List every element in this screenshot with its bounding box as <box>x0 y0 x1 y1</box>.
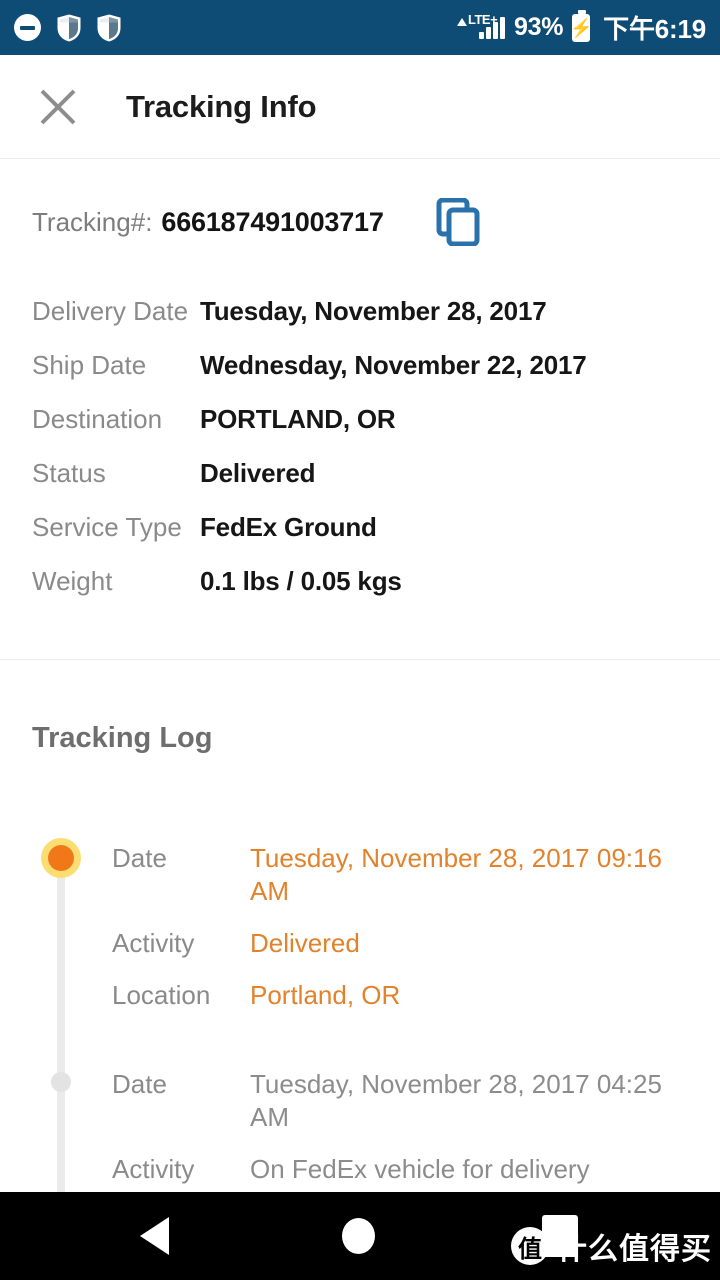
system-navigation-bar: 值 什么值得买 <box>0 1192 720 1280</box>
battery-charging-icon: ⚡ <box>569 9 593 42</box>
uplink-triangle-icon <box>457 17 468 26</box>
log-activity-label: Activity <box>112 928 195 958</box>
watermark-text: 什么值得买 <box>557 1232 712 1267</box>
timeline-node-active <box>41 838 81 878</box>
detail-label: Delivery Date <box>32 296 189 326</box>
signal-bar <box>500 16 506 39</box>
signal-bar <box>486 26 492 39</box>
copy-tracking-number-button[interactable] <box>436 197 482 247</box>
log-activity-value: On FedEx vehicle for delivery <box>250 1154 590 1184</box>
log-activity-row: Activity On FedEx vehicle for delivery <box>112 1153 712 1186</box>
log-date-label: Date <box>112 843 167 873</box>
detail-label: Status <box>32 458 106 488</box>
tracking-number-label: Tracking#: <box>32 206 153 237</box>
log-location-row: Location Portland, OR <box>112 979 712 1012</box>
detail-value: Delivered <box>200 458 316 488</box>
close-icon <box>40 89 76 124</box>
tracking-log-heading: Tracking Log <box>32 722 213 754</box>
shipment-details: Delivery Date Tuesday, November 28, 2017… <box>0 296 720 620</box>
signal-strength-icon: LTE+ <box>457 13 506 39</box>
battery-percent-label: 93% <box>514 13 564 41</box>
status-bar-left-icons <box>14 13 121 42</box>
tracking-log-timeline: Date Tuesday, November 28, 2017 09:16 AM… <box>0 838 720 1238</box>
watermark: 值 什么值得买 <box>511 1224 712 1268</box>
detail-value: PORTLAND, OR <box>200 404 396 434</box>
detail-row: Service Type FedEx Ground <box>0 512 720 566</box>
network-type-label: LTE+ <box>468 11 498 27</box>
detail-row: Ship Date Wednesday, November 22, 2017 <box>0 350 720 404</box>
detail-label: Service Type <box>32 512 182 542</box>
detail-row: Weight 0.1 lbs / 0.05 kgs <box>0 566 720 620</box>
shield-icon <box>97 13 121 42</box>
log-date-row: Date Tuesday, November 28, 2017 04:25 AM <box>112 1068 712 1134</box>
close-button[interactable] <box>30 79 86 135</box>
tracking-number-row: Tracking#: 666187491003717 <box>32 197 482 247</box>
status-bar-right-icons: LTE+ 93% ⚡ 下午6:19 <box>457 9 706 46</box>
detail-label: Weight <box>32 566 113 596</box>
page-title: Tracking Info <box>126 88 317 124</box>
tracking-number-value: 666187491003717 <box>161 206 384 237</box>
back-triangle-icon[interactable] <box>140 1217 169 1255</box>
detail-row: Destination PORTLAND, OR <box>0 404 720 458</box>
lightning-bolt-icon: ⚡ <box>569 17 593 38</box>
detail-value: 0.1 lbs / 0.05 kgs <box>200 566 402 596</box>
log-date-label: Date <box>112 1069 167 1099</box>
detail-row: Delivery Date Tuesday, November 28, 2017 <box>0 296 720 350</box>
minus-circle-icon <box>14 14 41 41</box>
section-divider <box>0 659 720 660</box>
log-location-label: Location <box>112 980 211 1010</box>
tracking-log-entry[interactable]: Date Tuesday, November 28, 2017 09:16 AM… <box>112 842 712 1012</box>
timeline-node-past <box>51 1072 71 1092</box>
home-circle-icon[interactable] <box>342 1218 375 1254</box>
detail-label: Ship Date <box>32 350 147 380</box>
log-activity-value: Delivered <box>250 928 360 958</box>
log-date-value: Tuesday, November 28, 2017 04:25 AM <box>250 1069 662 1132</box>
status-bar-clock: 下午6:19 <box>603 14 706 44</box>
signal-bar <box>479 31 485 39</box>
log-date-value: Tuesday, November 28, 2017 09:16 AM <box>250 843 662 906</box>
watermark-logo: 值 <box>511 1227 549 1265</box>
network-type-group: LTE+ <box>457 11 498 27</box>
log-activity-row: Activity Delivered <box>112 927 712 960</box>
copy-icon <box>436 197 480 247</box>
timeline-line <box>57 858 65 1238</box>
status-bar: LTE+ 93% ⚡ 下午6:19 <box>0 0 720 55</box>
log-date-row: Date Tuesday, November 28, 2017 09:16 AM <box>112 842 712 908</box>
app-header: Tracking Info <box>0 55 720 159</box>
tracking-log-entry[interactable]: Date Tuesday, November 28, 2017 04:25 AM… <box>112 1068 712 1186</box>
shield-icon <box>57 13 81 42</box>
detail-value: Tuesday, November 28, 2017 <box>200 296 547 326</box>
detail-label: Destination <box>32 404 163 434</box>
detail-value: Wednesday, November 22, 2017 <box>200 350 587 380</box>
detail-row: Status Delivered <box>0 458 720 512</box>
log-location-value: Portland, OR <box>250 980 401 1010</box>
log-activity-label: Activity <box>112 1154 195 1184</box>
phone-screen: LTE+ 93% ⚡ 下午6:19 Tracking Info Tracking… <box>0 0 720 1280</box>
detail-value: FedEx Ground <box>200 512 377 542</box>
